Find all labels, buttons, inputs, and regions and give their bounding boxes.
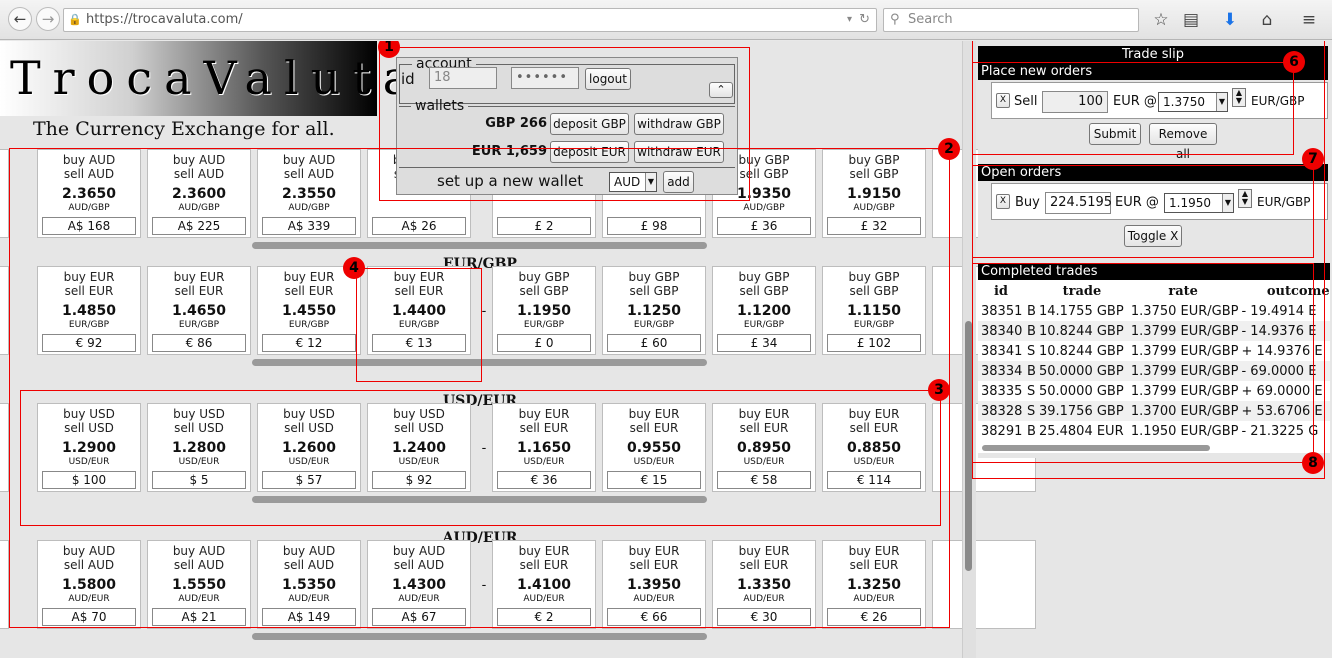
home-icon[interactable]: ⌂ [1256, 9, 1278, 31]
browser-toolbar: ← → 🔒 https://trocavaluta.com/ ▾ ↻ ⚲ Sea… [0, 0, 1332, 40]
annotation-box-4 [356, 268, 482, 382]
partial-card-left[interactable] [0, 149, 9, 238]
lock-icon: 🔒 [68, 13, 82, 26]
partial-card-left[interactable] [0, 540, 9, 629]
download-icon[interactable]: ⬇ [1219, 9, 1241, 31]
partial-card-left[interactable] [0, 266, 9, 355]
page-content: TrocaValuta The Currency Exchange for al… [0, 41, 1332, 658]
annotation-box-6 [972, 62, 1294, 155]
annotation-box-3 [20, 390, 941, 526]
partial-card-left[interactable] [0, 403, 9, 492]
annotation-badge-3: 3 [928, 379, 950, 401]
dropdown-icon[interactable]: ▾ [847, 9, 852, 31]
annotation-badge-6: 6 [1283, 51, 1305, 73]
logo-text: TrocaValuta [10, 51, 423, 105]
market-scrollbar[interactable] [252, 633, 707, 640]
search-icon: ⚲ [890, 12, 900, 27]
annotation-badge-8: 8 [1302, 452, 1324, 474]
logo[interactable]: TrocaValuta [0, 41, 410, 116]
annotation-badge-7: 7 [1302, 148, 1324, 170]
reload-icon[interactable]: ↻ [859, 9, 870, 31]
url-text: https://trocavaluta.com/ [86, 12, 243, 27]
annotation-box-8 [972, 263, 1314, 463]
search-input[interactable]: ⚲ Search [883, 8, 1139, 32]
annotation-badge-2: 2 [938, 138, 960, 160]
search-placeholder: Search [908, 12, 953, 27]
annotation-box-2 [9, 148, 950, 628]
bookmark-star-icon[interactable]: ☆ [1150, 9, 1172, 31]
annotation-badge-4: 4 [343, 257, 365, 279]
forward-icon[interactable]: → [36, 7, 60, 31]
reading-list-icon[interactable]: ▤ [1180, 9, 1202, 31]
menu-icon[interactable]: ≡ [1298, 9, 1320, 31]
annotation-box-7 [972, 165, 1314, 258]
back-icon[interactable]: ← [8, 7, 32, 31]
tagline: The Currency Exchange for all. [33, 118, 335, 140]
page-scrollbar-thumb[interactable] [965, 321, 972, 571]
url-bar[interactable]: 🔒 https://trocavaluta.com/ ▾ ↻ [63, 8, 877, 32]
